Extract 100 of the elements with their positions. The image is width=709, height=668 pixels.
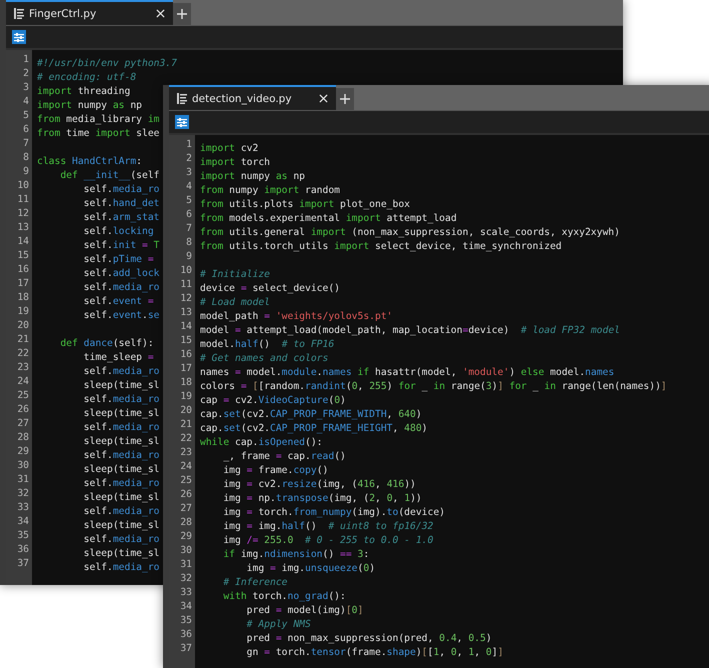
line-number: 28 <box>16 431 30 445</box>
line-number: 13 <box>16 221 30 235</box>
code-line: self.media_ro <box>82 561 160 575</box>
code-line: cap = cv2.VideoCapture(0) <box>200 394 346 408</box>
code-line: model = attempt_load(model_path, map_location=device) # load FP32 model <box>200 324 620 338</box>
code-line: self.event.se <box>82 309 160 323</box>
line-number: 25 <box>179 474 193 488</box>
line-number: 10 <box>179 264 193 278</box>
settings-button[interactable] <box>175 115 189 129</box>
line-number: 11 <box>16 193 30 207</box>
code-line: device = select_device() <box>200 282 340 296</box>
code-line: sleep(time_sl <box>82 435 160 449</box>
line-number: 26 <box>179 488 193 502</box>
plus-icon <box>177 9 187 19</box>
new-tab-button[interactable] <box>336 88 354 110</box>
code-line: from utils.plots import plot_one_box <box>200 198 410 212</box>
line-number: 12 <box>179 292 193 306</box>
code-line: # Load model <box>200 296 270 310</box>
line-number: 2 <box>22 67 30 81</box>
code-line: img = cv2.resize(img, (416, 416)) <box>222 478 416 492</box>
code-line: img = img.half() # uint8 to fp16/32 <box>222 520 434 534</box>
line-number: 36 <box>179 628 193 642</box>
line-number: 27 <box>179 502 193 516</box>
code-line: from time import slee <box>37 127 160 141</box>
line-number: 15 <box>179 334 193 348</box>
code-line: def dance(self): <box>59 337 154 351</box>
line-number: 30 <box>179 544 193 558</box>
code-line: pred = non_max_suppression(pred, 0.4, 0.5) <box>246 632 492 646</box>
line-number: 36 <box>16 543 30 557</box>
close-button[interactable] <box>319 94 328 103</box>
code-line: self.media_ro <box>82 183 160 197</box>
line-number: 9 <box>22 165 30 179</box>
code-line: sleep(time_sl <box>82 491 160 505</box>
line-number: 30 <box>16 459 30 473</box>
sliders-icon <box>14 32 24 42</box>
line-number: 29 <box>179 530 193 544</box>
line-number: 34 <box>16 515 30 529</box>
line-number: 22 <box>179 432 193 446</box>
code-line: self.media_ro <box>82 505 160 519</box>
settings-button[interactable] <box>12 30 26 44</box>
code-line: self.media_ro <box>82 393 160 407</box>
code-line: # Get names and colors <box>200 352 328 366</box>
line-number: 5 <box>22 109 30 123</box>
line-number: 31 <box>179 558 193 572</box>
line-number: 8 <box>22 151 30 165</box>
line-number: 35 <box>179 614 193 628</box>
plus-icon <box>340 94 350 104</box>
file-tab[interactable]: FingerCtrl.py <box>6 0 173 25</box>
document-icon <box>177 93 187 104</box>
code-line: from numpy import random <box>200 184 340 198</box>
line-number: 17 <box>16 277 30 291</box>
code-line: cap.set(cv2.CAP_PROP_FRAME_HEIGHT, 480) <box>200 422 428 436</box>
code-line: # encoding: utf-8 <box>37 71 136 85</box>
code-line: import numpy as np <box>200 170 305 184</box>
code-line: colors = [[random.randint(0, 255) for _ in range(3)] for _ in range(len(names))] <box>200 380 667 394</box>
code-line: self.add_lock <box>82 267 160 281</box>
line-number: 34 <box>179 600 193 614</box>
code-line: self.event = <box>82 295 154 309</box>
code-line: self.pTime = <box>82 253 154 267</box>
line-number: 15 <box>16 249 30 263</box>
line-number: 26 <box>16 403 30 417</box>
line-number: 25 <box>16 389 30 403</box>
line-number: 37 <box>16 557 30 571</box>
line-number: 4 <box>185 180 193 194</box>
line-number: 22 <box>16 347 30 361</box>
code-line: self.media_ro <box>82 449 160 463</box>
new-tab-button[interactable] <box>173 3 191 25</box>
code-line: model.half() # to FP16 <box>200 338 334 352</box>
line-number: 11 <box>179 278 193 292</box>
code-line: import threading <box>37 85 130 99</box>
tab-title: detection_video.py <box>192 92 293 104</box>
tab-title: FingerCtrl.py <box>29 8 98 20</box>
sliders-icon <box>177 118 187 126</box>
line-number: 7 <box>22 137 30 151</box>
code-line: sleep(time_sl <box>82 519 160 533</box>
line-number: 21 <box>16 333 30 347</box>
code-line: self.init = T <box>82 239 160 253</box>
code-line: img = frame.copy() <box>222 464 328 478</box>
line-number: 31 <box>16 473 30 487</box>
document-icon <box>14 8 24 19</box>
line-number: 1 <box>185 138 193 152</box>
line-number: 27 <box>16 417 30 431</box>
line-number: 20 <box>179 404 193 418</box>
code-line: # Inference <box>222 576 288 590</box>
code-line: import numpy as np <box>37 99 142 113</box>
code-line: class HandCtrlArm: <box>37 155 142 169</box>
close-icon <box>156 9 165 18</box>
line-number: 16 <box>179 348 193 362</box>
file-tab[interactable]: detection_video.py <box>169 85 336 110</box>
code-line: self.locking <box>82 225 154 239</box>
code-line: from media_library im <box>37 113 160 127</box>
code-line: model_path = 'weights/yolov5s.pt' <box>200 310 392 324</box>
code-line: # Initialize <box>200 268 270 282</box>
line-number: 19 <box>179 390 193 404</box>
code-line: img = img.unsqueeze(0) <box>246 562 376 576</box>
line-number: 28 <box>179 516 193 530</box>
close-button[interactable] <box>156 9 165 18</box>
line-number: 24 <box>16 375 30 389</box>
line-number: 29 <box>16 445 30 459</box>
code-line: from utils.general import (non_max_suppression, scale_coords, xyxy2xywh) <box>200 226 620 240</box>
